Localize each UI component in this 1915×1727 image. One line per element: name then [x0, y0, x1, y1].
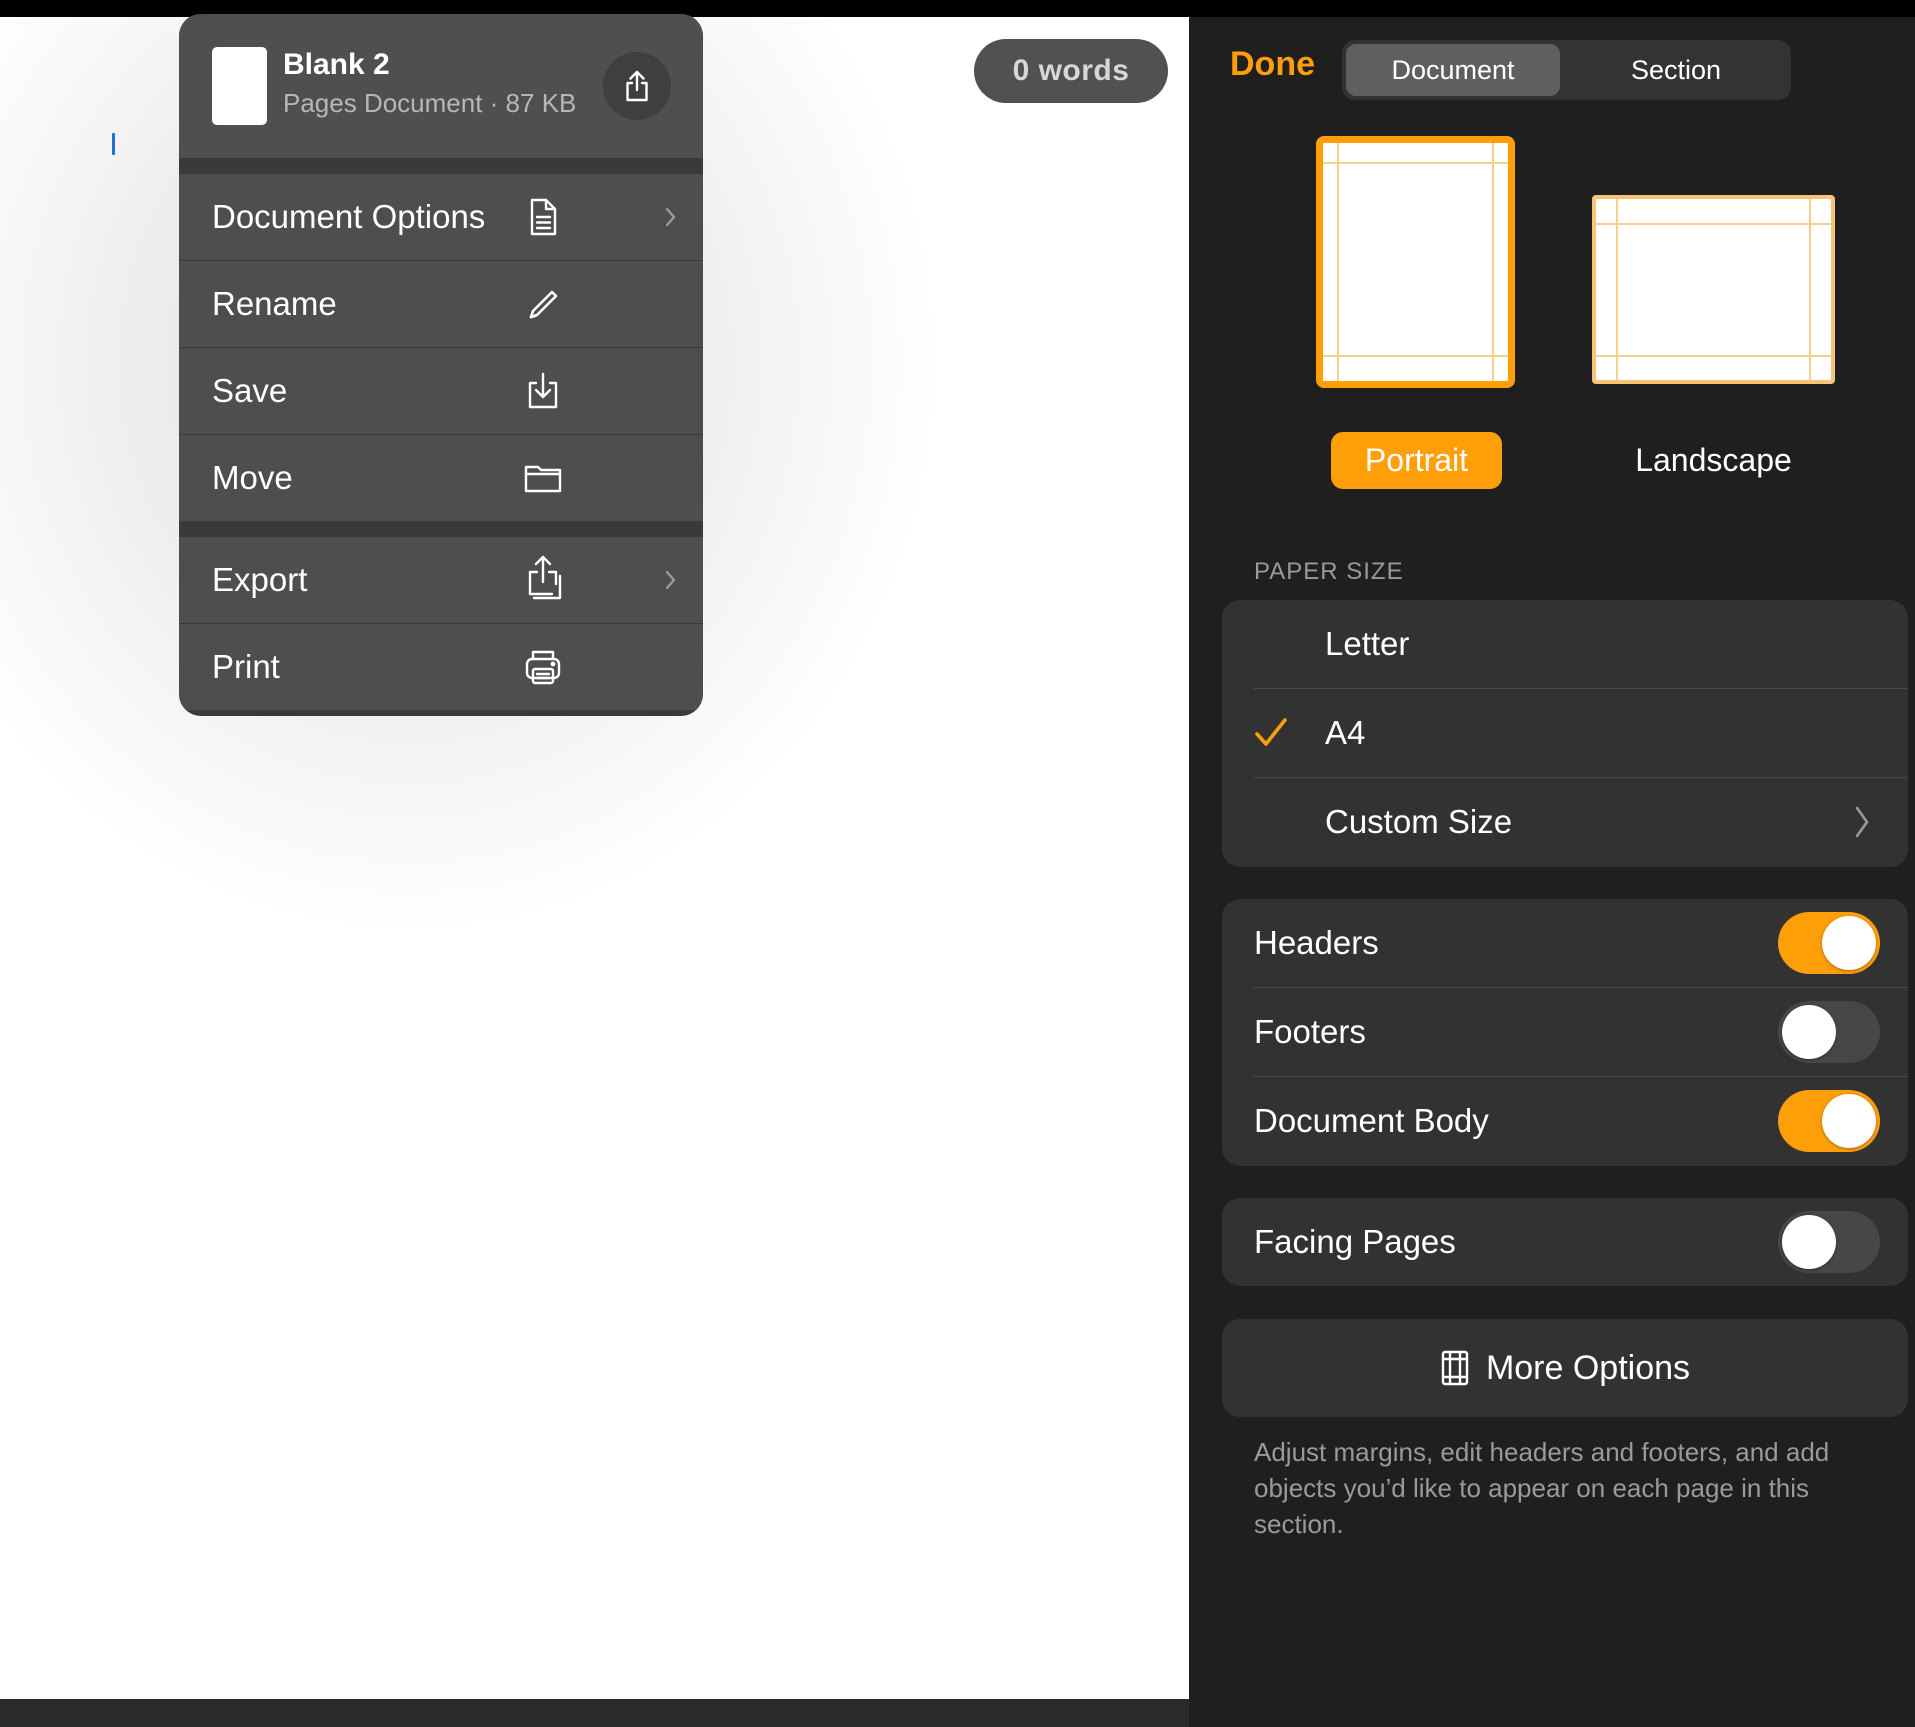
landscape-orientation-thumbnail[interactable]	[1592, 195, 1835, 384]
menu-item-document-options[interactable]: Document Options	[179, 174, 703, 260]
menu-item-export[interactable]: Export	[179, 537, 703, 623]
file-menu-popover: Blank 2 Pages Document · 87 KB Document …	[179, 14, 703, 716]
document-body-label: Document Body	[1254, 1102, 1489, 1139]
toggle-knob	[1782, 1005, 1836, 1059]
more-options-description: Adjust margins, edit headers and footers…	[1254, 1437, 1830, 1539]
tab-document[interactable]: Document	[1346, 44, 1560, 96]
menu-item-print[interactable]: Print	[179, 624, 703, 710]
page-layout-icon	[1441, 1350, 1469, 1386]
headers-row: Headers	[1222, 899, 1908, 987]
page-elements-group: Headers Footers Document Body	[1222, 899, 1908, 1166]
paper-size-label: Letter	[1325, 625, 1410, 662]
file-menu-header: Blank 2 Pages Document · 87 KB	[179, 14, 703, 158]
paper-size-option-a4[interactable]: A4	[1222, 689, 1908, 777]
printer-icon	[525, 650, 561, 685]
menu-item-rename[interactable]: Rename	[179, 261, 703, 347]
more-options-label: More Options	[1485, 1348, 1691, 1387]
menu-item-label: Rename	[212, 285, 337, 322]
done-button[interactable]: Done	[1230, 45, 1315, 84]
text-cursor	[112, 133, 115, 155]
thumbnail-area	[1323, 143, 1508, 381]
document-icon	[530, 198, 557, 236]
margin-guide	[1323, 355, 1508, 357]
portrait-orientation-thumbnail[interactable]	[1316, 136, 1515, 388]
paper-size-group: Letter A4 Custom Size	[1222, 600, 1908, 867]
facing-pages-toggle[interactable]	[1778, 1211, 1880, 1273]
toggle-knob	[1782, 1215, 1836, 1269]
menu-item-label: Save	[212, 372, 288, 409]
paper-size-option-custom-size[interactable]: Custom Size	[1222, 778, 1908, 866]
save-download-icon	[528, 372, 558, 409]
paper-size-label: Custom Size	[1325, 803, 1513, 840]
document-thumbnail	[212, 47, 267, 125]
toggle-knob	[1822, 1094, 1876, 1148]
margin-guide	[1337, 143, 1339, 381]
pencil-icon	[529, 290, 558, 319]
document-body-row: Document Body	[1222, 1077, 1908, 1165]
toggle-knob	[1822, 916, 1876, 970]
landscape-option[interactable]: Landscape	[1592, 432, 1835, 489]
chevron-right-icon	[665, 570, 676, 590]
footers-toggle[interactable]	[1778, 1001, 1880, 1063]
headers-label: Headers	[1254, 924, 1379, 961]
bottom-strip	[0, 1699, 1189, 1727]
margin-guide	[1323, 162, 1508, 164]
menu-item-save[interactable]: Save	[179, 348, 703, 434]
facing-pages-group: Facing Pages	[1222, 1198, 1908, 1286]
document-name: Blank 2	[283, 48, 390, 81]
word-count-badge[interactable]: 0 words	[974, 39, 1168, 103]
headers-toggle[interactable]	[1778, 912, 1880, 974]
paper-size-label: A4	[1325, 714, 1366, 751]
margin-guide	[1616, 199, 1618, 380]
share-export-icon	[528, 555, 562, 600]
footers-row: Footers	[1222, 988, 1908, 1076]
tab-section[interactable]: Section	[1565, 44, 1787, 96]
facing-pages-label: Facing Pages	[1254, 1223, 1456, 1260]
portrait-option[interactable]: Portrait	[1331, 432, 1502, 489]
paper-size-option-letter[interactable]: Letter	[1222, 600, 1908, 688]
margin-guide	[1492, 143, 1494, 381]
paper-size-heading: PAPER SIZE	[1254, 558, 1404, 585]
menu-item-label: Export	[212, 561, 308, 598]
menu-item-label: Print	[212, 648, 280, 685]
share-button[interactable]	[603, 52, 671, 120]
more-options-button[interactable]: More Options	[1222, 1319, 1908, 1417]
margin-guide	[1596, 223, 1831, 225]
menu-item-label: Move	[212, 459, 293, 496]
document-meta: Pages Document · 87 KB	[283, 88, 577, 118]
margin-guide	[1596, 355, 1831, 357]
chevron-right-icon	[665, 207, 676, 227]
chevron-right-icon	[1855, 806, 1869, 838]
folder-icon	[524, 465, 562, 493]
menu-item-move[interactable]: Move	[179, 435, 703, 521]
footers-label: Footers	[1254, 1013, 1366, 1050]
menu-item-label: Document Options	[212, 198, 486, 235]
checkmark-icon	[1255, 718, 1287, 746]
share-icon	[626, 70, 648, 102]
facing-pages-row: Facing Pages	[1222, 1198, 1908, 1286]
margin-guide	[1809, 199, 1811, 380]
document-body-toggle[interactable]	[1778, 1090, 1880, 1152]
